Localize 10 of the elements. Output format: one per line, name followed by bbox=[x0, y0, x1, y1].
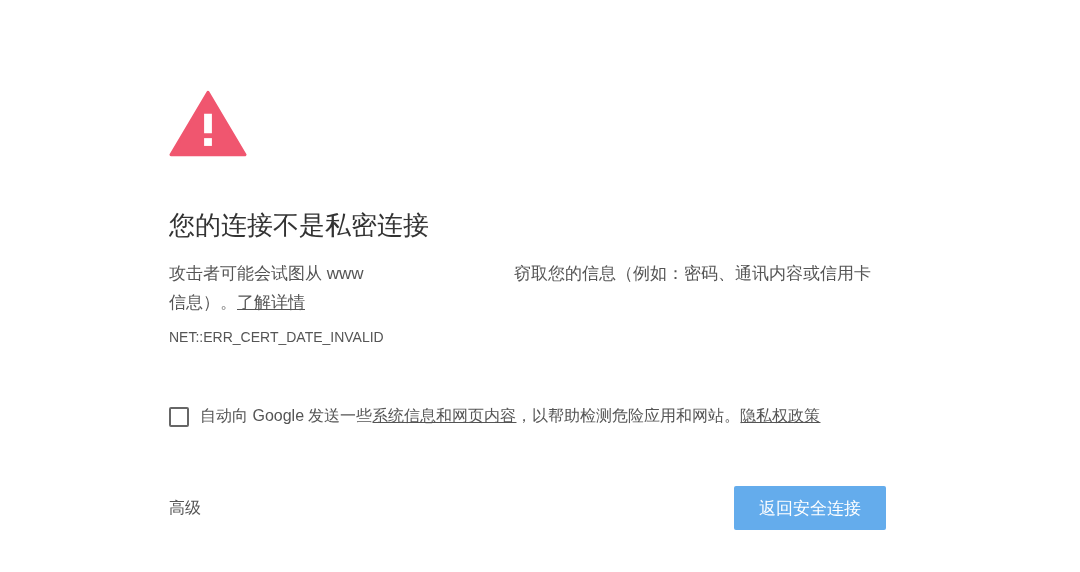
error-code: NET::ERR_CERT_DATE_INVALID bbox=[169, 329, 385, 345]
report-text: 自动向 Google 发送一些系统信息和网页内容，以帮助检测危险应用和网站。隐私权政策 bbox=[200, 406, 821, 426]
privacy-link[interactable]: 隐私权政策 bbox=[740, 407, 821, 424]
advanced-button[interactable]: 高级 bbox=[169, 497, 201, 519]
info-link[interactable]: 系统信息和网页内容 bbox=[372, 407, 517, 424]
learn-more-link[interactable]: 了解详情 bbox=[237, 293, 305, 312]
checkbox[interactable] bbox=[169, 406, 189, 427]
warning-icon bbox=[169, 90, 247, 157]
heading: 您的连接不是私密连接 bbox=[169, 209, 430, 242]
message-text: 攻击者可能会试图从 www 窃取您的信息（例如：密码、通讯内容或信用卡信息）。了解详情 bbox=[169, 263, 872, 314]
